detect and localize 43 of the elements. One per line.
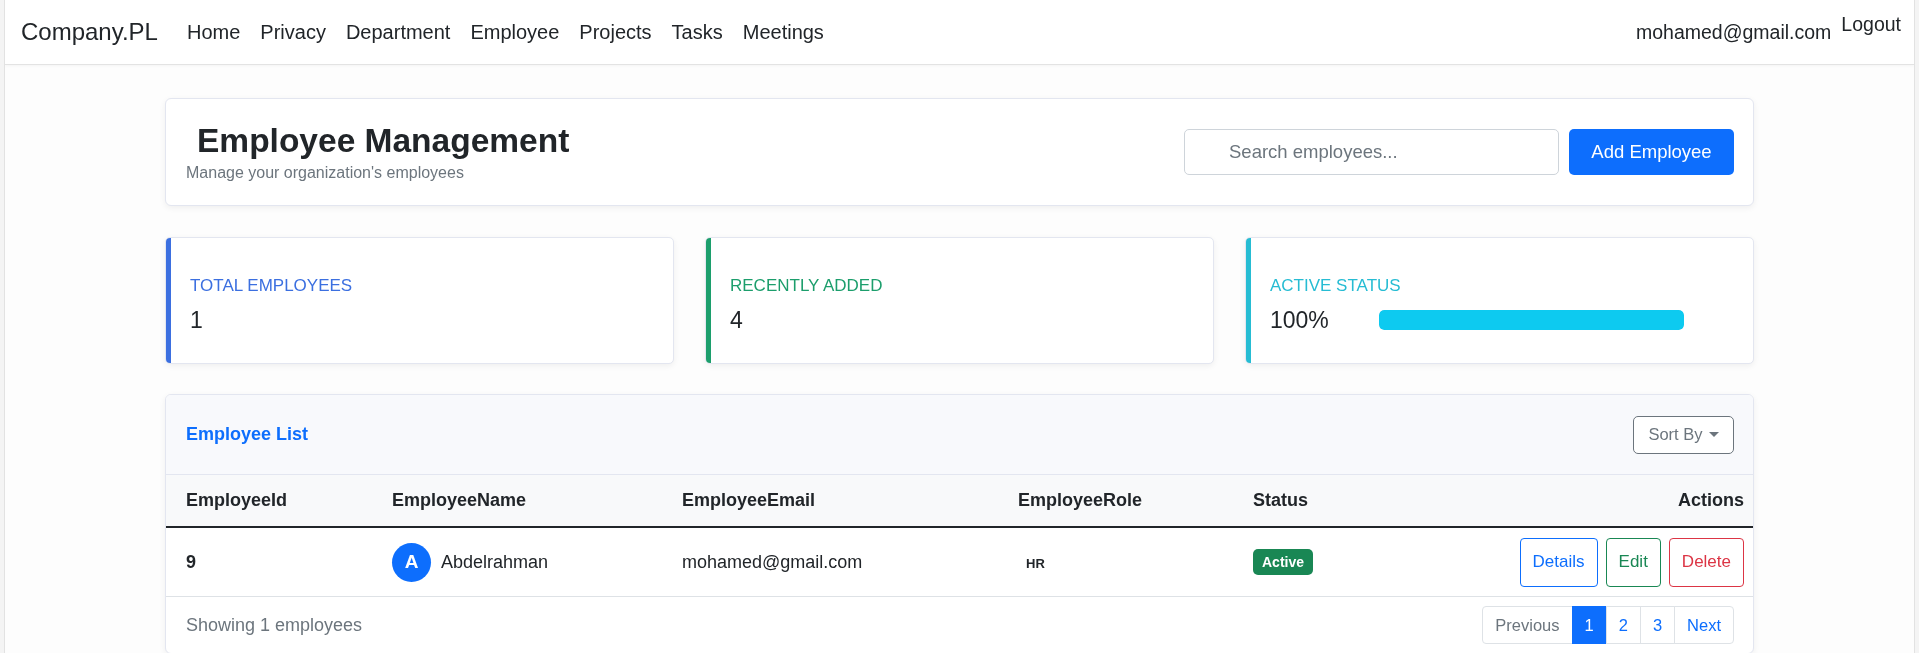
table-cell: 9 xyxy=(166,527,372,597)
nav-link[interactable]: Meetings xyxy=(732,20,834,44)
nav-link[interactable]: Tasks xyxy=(661,20,733,44)
employee-name: Abdelrahman xyxy=(441,551,549,573)
nav-link[interactable]: Department xyxy=(335,20,461,44)
user-email: mohamed@gmail.com xyxy=(1635,20,1832,44)
nav-link[interactable]: Home xyxy=(176,20,251,44)
table-cell: mohamed@gmail.com xyxy=(662,527,998,597)
nav-link[interactable]: Privacy xyxy=(250,20,336,44)
column-header: Status xyxy=(1233,475,1421,527)
nav-link[interactable]: Projects xyxy=(569,20,662,44)
list-title: Employee List xyxy=(186,424,309,445)
column-header: EmployeeEmail xyxy=(662,475,998,527)
edit-button[interactable]: Edit xyxy=(1605,537,1661,587)
page-button[interactable]: 1 xyxy=(1571,606,1607,644)
column-header: Actions xyxy=(1421,475,1753,527)
summary-text: Showing 1 employees xyxy=(186,614,363,636)
stat-value: 100% xyxy=(1270,306,1330,334)
role-label: HR xyxy=(1025,554,1046,573)
logout-link[interactable]: Logout xyxy=(1841,13,1901,36)
page-title: Employee Management xyxy=(197,122,570,161)
page-subtitle: Manage your organization's employees xyxy=(186,163,465,182)
stat-value: 1 xyxy=(190,306,204,334)
delete-button[interactable]: Delete xyxy=(1668,537,1744,587)
stat-label: ACTIVE STATUS xyxy=(1270,275,1402,296)
nav-link[interactable]: Employee xyxy=(460,20,570,44)
stat-label: TOTAL EMPLOYEES xyxy=(190,275,354,296)
sort-dropdown-button[interactable]: Sort By xyxy=(1633,415,1734,454)
column-header: EmployeeId xyxy=(166,475,372,527)
details-button[interactable]: Details xyxy=(1519,537,1598,587)
stat-value: 4 xyxy=(730,306,744,334)
search-field[interactable]: Search employees... xyxy=(1184,129,1559,175)
page-button[interactable]: 2 xyxy=(1605,606,1641,644)
brand-link[interactable]: Company.PL xyxy=(21,18,158,46)
column-header: EmployeeName xyxy=(372,475,662,527)
status-badge: Active xyxy=(1253,549,1314,575)
page-button[interactable]: 3 xyxy=(1639,606,1676,644)
next-page-button[interactable]: Next xyxy=(1674,606,1734,644)
avatar: A xyxy=(392,542,431,582)
stat-label: RECENTLY ADDED xyxy=(730,275,884,296)
column-header: EmployeeRole xyxy=(998,475,1233,527)
caret-icon xyxy=(1708,432,1719,437)
add-employee-button[interactable]: Add Employee xyxy=(1569,129,1734,175)
